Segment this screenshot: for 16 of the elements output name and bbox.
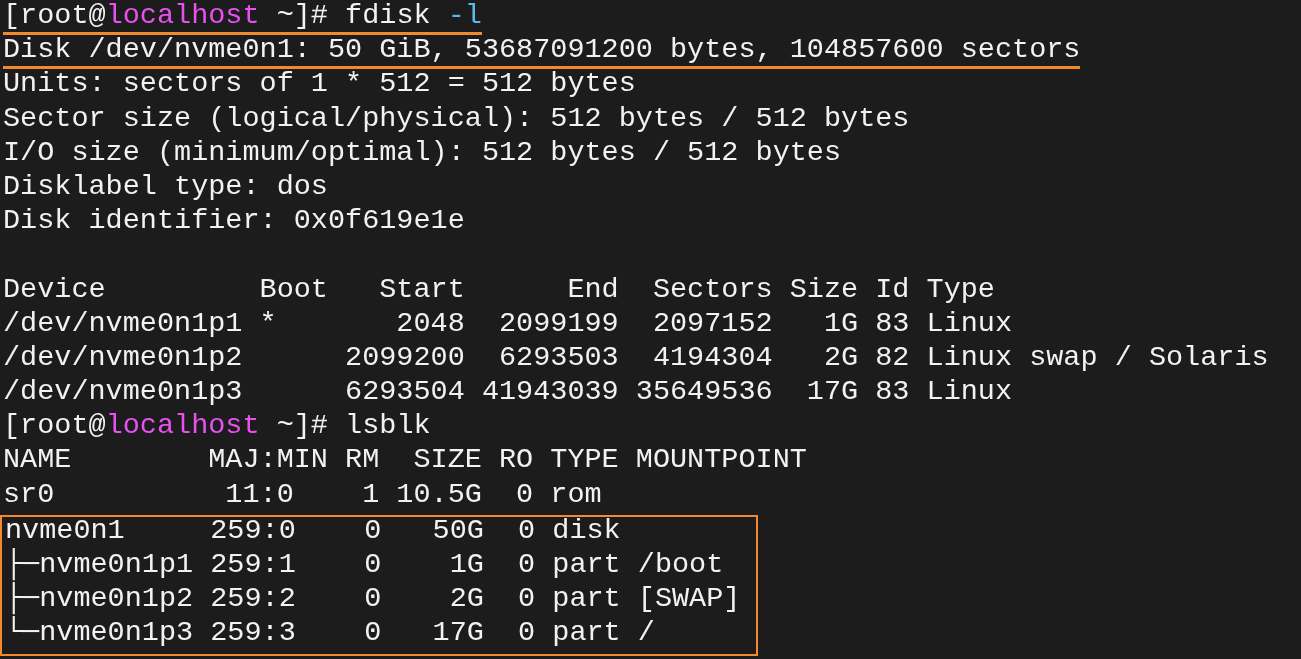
output-line: /dev/nvme0n1p2 2099200 6293503 4194304 2G 82 Linux swap / Solaris [3,340,1269,376]
output-line: NAME MAJ:MIN RM SIZE RO TYPE MOUNTPOINT [3,443,807,479]
output-line: Device Boot Start End Sectors Size Id Type [3,272,995,308]
output-line: sr0 11:0 1 10.5G 0 rom [3,477,602,513]
output-line: Disk /dev/nvme0n1: 50 GiB, 53687091200 bytes, 104857600 sectors [3,33,1081,70]
output-line: Sector size (logical/physical): 512 bytes / 512 bytes [3,101,910,137]
output-line: └─nvme0n1p3 259:3 0 17G 0 part / [5,616,656,652]
output-line: Disklabel type: dos [3,169,328,205]
output-line: I/O size (minimum/optimal): 512 bytes / 512 bytes [3,135,842,171]
output-line: /dev/nvme0n1p1 * 2048 2099199 2097152 1G 83 Linux [3,306,1013,342]
output-line: Disk identifier: 0x0f619e1e [3,204,465,240]
prompt-line: [root@localhost ~]# fdisk -l [3,0,482,35]
prompt-line: [root@localhost ~]# lsblk [3,409,431,445]
output-line: Units: sectors of 1 * 512 = 512 bytes [3,67,636,103]
output-line: nvme0n1 259:0 0 50G 0 disk [5,513,622,548]
output-line: /dev/nvme0n1p3 6293504 41943039 35649536 17G 83 Linux [3,375,1013,411]
